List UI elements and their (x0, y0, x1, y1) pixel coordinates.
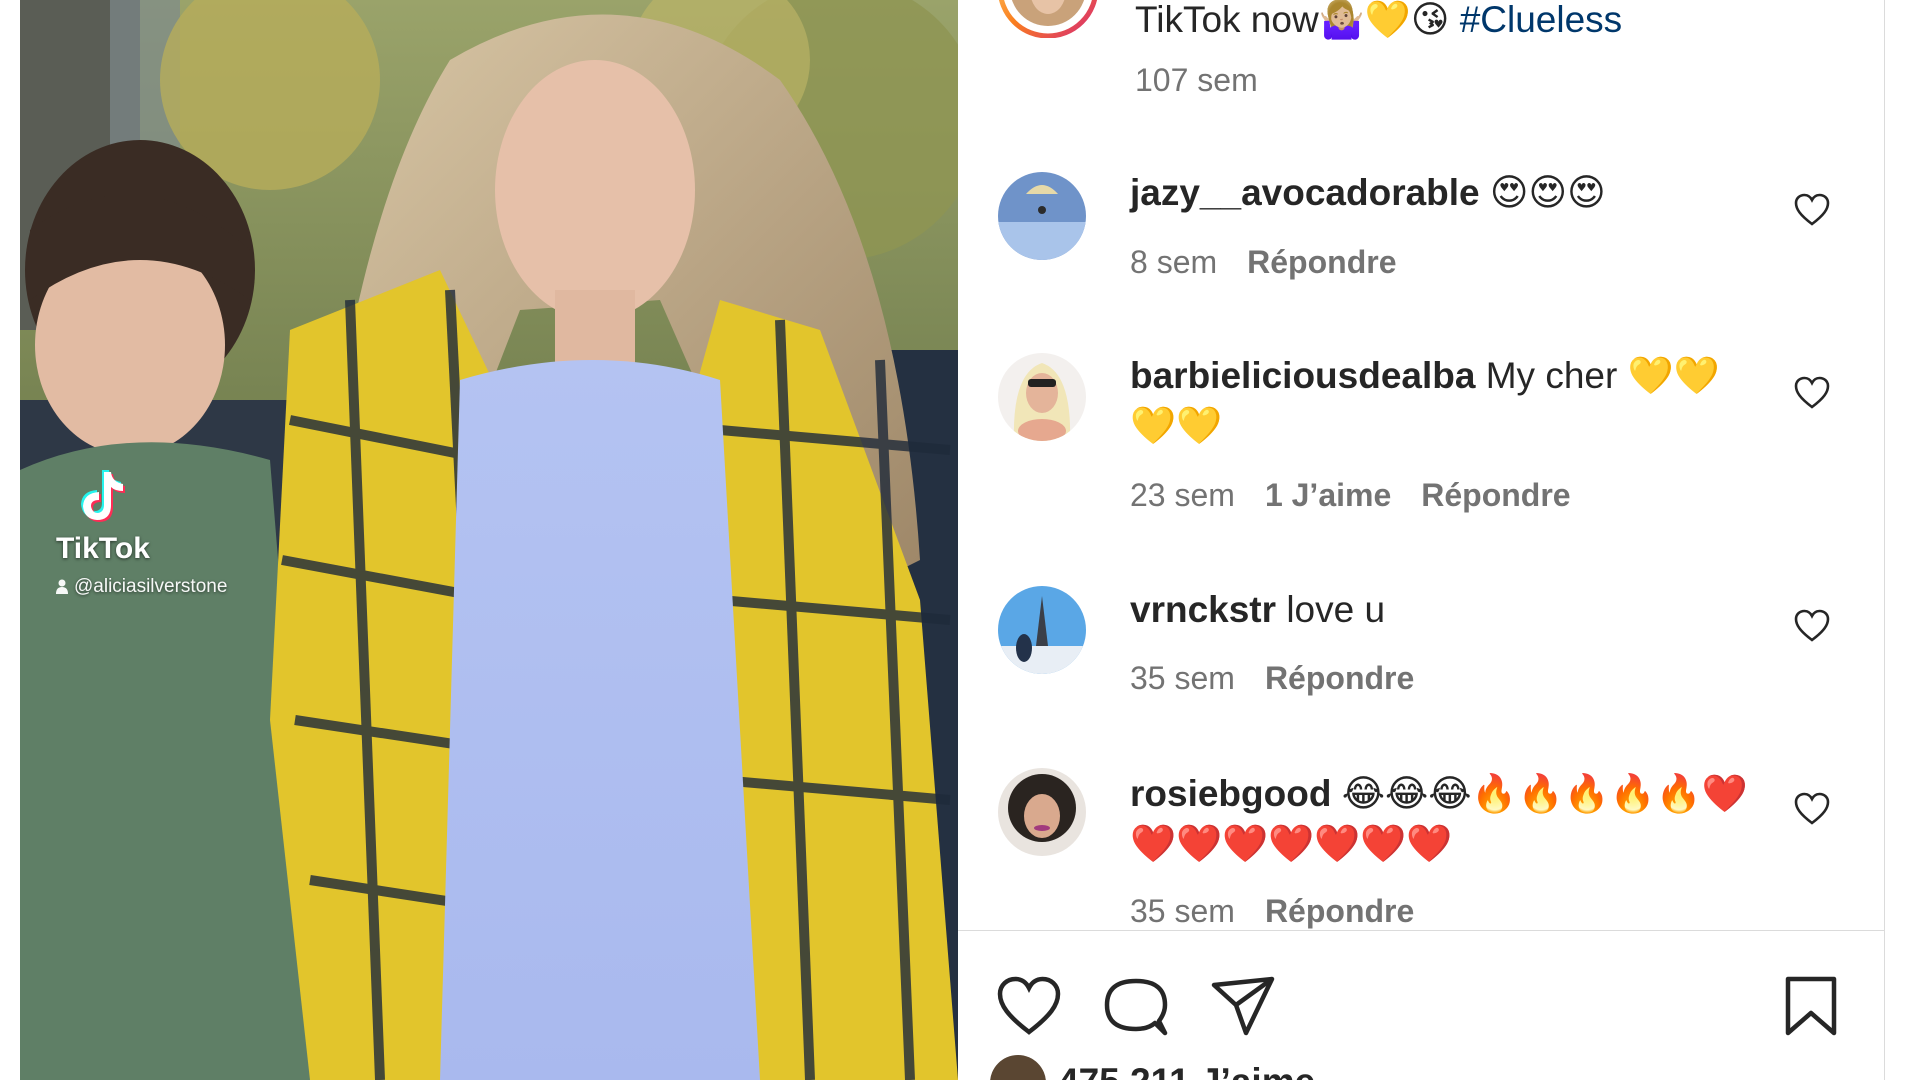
commenter-avatar[interactable] (998, 768, 1086, 856)
comment-message: 😍😍😍 (1489, 172, 1606, 213)
comment-text: vrnckstr love u (1130, 585, 1750, 635)
reply-button[interactable]: Répondre (1265, 893, 1414, 929)
commenter-avatar[interactable] (998, 172, 1086, 260)
reply-button[interactable]: Répondre (1265, 660, 1414, 696)
comment-meta: 23 sem 1 J’aime Répondre (1130, 477, 1601, 514)
comment-time: 35 sem (1130, 660, 1235, 696)
tiktok-logo-icon (81, 470, 125, 522)
instagram-post-page: TikTok @aliciasilverstone (0, 0, 1920, 1080)
commenter-avatar-image (998, 768, 1086, 856)
post-likes-count[interactable]: 475 211 J’aime (1058, 1061, 1315, 1080)
comment-bubble-icon[interactable] (1103, 975, 1169, 1037)
comment-like-heart-icon[interactable] (1794, 193, 1830, 227)
comment-time: 8 sem (1130, 244, 1218, 280)
author-avatar[interactable] (998, 0, 1098, 38)
comment-meta: 35 sem Répondre (1130, 660, 1444, 697)
tiktok-watermark-word: TikTok (56, 532, 150, 565)
comment-text: jazy__avocadorable 😍😍😍 (1130, 168, 1750, 218)
comments-panel: TikTok now🤷🏼‍♀️💛😘 #Clueless 107 sem jazy… (958, 0, 1885, 1080)
heart-icon[interactable] (996, 975, 1062, 1037)
commenter-avatar-image (998, 353, 1086, 441)
liker-avatar (990, 1055, 1046, 1080)
caption-hashtag-link[interactable]: #Clueless (1460, 0, 1622, 40)
actions-divider (958, 930, 1884, 931)
comment-username[interactable]: rosiebgood (1130, 773, 1331, 814)
comment-meta: 8 sem Répondre (1130, 244, 1426, 281)
tiktok-watermark-handle: @aliciasilverstone (56, 576, 227, 598)
commenter-avatar[interactable] (998, 586, 1086, 674)
comment-text: rosiebgood 😂😂😂🔥🔥🔥🔥🔥❤️❤️❤️❤️❤️❤️❤️❤️ (1130, 769, 1750, 869)
comment-like-heart-icon[interactable] (1794, 792, 1830, 826)
comment-username[interactable]: jazy__avocadorable (1130, 172, 1480, 213)
caption-text: TikTok now🤷🏼‍♀️💛😘 (1135, 0, 1450, 40)
reply-button[interactable]: Répondre (1247, 244, 1396, 280)
left-margin (0, 0, 20, 1080)
post-video[interactable]: TikTok @aliciasilverstone (20, 0, 958, 1080)
post-caption: TikTok now🤷🏼‍♀️💛😘 #Clueless (1135, 0, 1622, 42)
right-margin (1885, 0, 1920, 1080)
comment-meta: 35 sem Répondre (1130, 893, 1444, 930)
caption-timestamp: 107 sem (1135, 62, 1258, 98)
video-frame (20, 0, 958, 1080)
paper-plane-icon[interactable] (1210, 975, 1276, 1037)
comment-like-heart-icon[interactable] (1794, 376, 1830, 410)
comment-time: 23 sem (1130, 477, 1235, 513)
commenter-avatar-image (998, 172, 1086, 260)
comment-time: 35 sem (1130, 893, 1235, 929)
comment-like-heart-icon[interactable] (1794, 609, 1830, 643)
comment-username[interactable]: barbieliciousdealba (1130, 355, 1475, 396)
comment-text: barbieliciousdealba My cher 💛💛💛💛 (1130, 351, 1750, 451)
bookmark-icon[interactable] (1778, 975, 1844, 1037)
reply-button[interactable]: Répondre (1421, 477, 1570, 513)
tiktok-handle-text: @aliciasilverstone (74, 576, 228, 597)
commenter-avatar-image (998, 586, 1086, 674)
comment-username[interactable]: vrnckstr (1130, 589, 1276, 630)
user-icon (56, 579, 68, 594)
comment-likes-count[interactable]: 1 J’aime (1265, 477, 1391, 513)
commenter-avatar[interactable] (998, 353, 1086, 441)
comment-message: love u (1286, 589, 1386, 630)
